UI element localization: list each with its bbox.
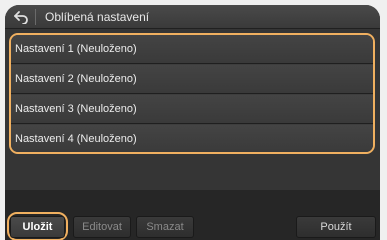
save-button[interactable]: Uložit: [10, 216, 65, 238]
screen: Oblíbená nastavení Nastavení 1 (Neuložen…: [0, 0, 387, 240]
header-bar: Oblíbená nastavení: [5, 5, 380, 29]
header-divider: [35, 9, 36, 25]
back-button[interactable]: [11, 8, 31, 26]
favorite-settings-panel: Oblíbená nastavení Nastavení 1 (Neuložen…: [5, 5, 380, 240]
list-item-setting-3[interactable]: Nastavení 3 (Neuloženo): [11, 95, 373, 124]
edit-button[interactable]: Editovat: [73, 216, 131, 238]
bottom-toolbar: Uložit Editovat Smazat Použít: [5, 190, 380, 240]
list-item-setting-4[interactable]: Nastavení 4 (Neuloženo): [11, 125, 373, 152]
settings-list: Nastavení 1 (Neuloženo) Nastavení 2 (Neu…: [9, 33, 375, 154]
use-button[interactable]: Použít: [296, 216, 376, 238]
list-item-setting-2[interactable]: Nastavení 2 (Neuloženo): [11, 65, 373, 94]
list-item-setting-1[interactable]: Nastavení 1 (Neuloženo): [11, 35, 373, 64]
delete-button[interactable]: Smazat: [136, 216, 194, 238]
list-area: Nastavení 1 (Neuloženo) Nastavení 2 (Neu…: [5, 29, 380, 190]
page-title: Oblíbená nastavení: [45, 10, 150, 24]
back-arrow-icon: [14, 11, 28, 24]
